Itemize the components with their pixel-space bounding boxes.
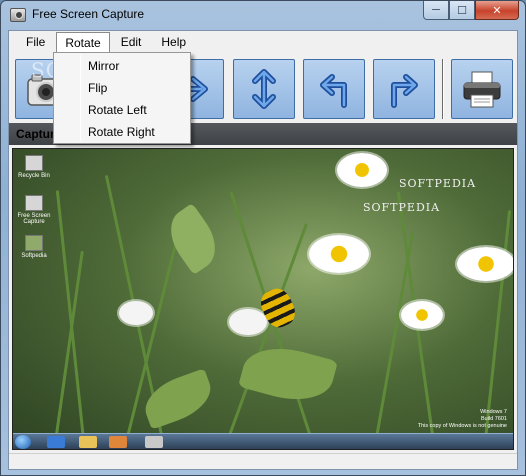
menu-item-rotate-left[interactable]: Rotate Left bbox=[54, 99, 190, 121]
grass-blade bbox=[223, 222, 308, 449]
recycle-bin-icon[interactable] bbox=[25, 155, 43, 171]
print-button[interactable] bbox=[451, 59, 513, 119]
daisy-flower bbox=[401, 301, 443, 329]
toolbar-separator bbox=[442, 59, 444, 119]
rotate-right-button[interactable] bbox=[373, 59, 435, 119]
menu-bar: File Rotate Edit Help bbox=[9, 31, 517, 53]
title-bar[interactable]: Free Screen Capture ─ ☐ ✕ bbox=[1, 1, 525, 29]
rotate-right-icon bbox=[391, 74, 418, 108]
windows-genuine-text: This copy of Windows is not genuine bbox=[417, 423, 507, 429]
white-bud bbox=[119, 301, 153, 325]
capture-panel-label: Captur bbox=[16, 127, 55, 141]
ie-icon bbox=[47, 436, 65, 448]
white-bud bbox=[229, 309, 267, 335]
desktop-icon-label: Recycle Bin bbox=[18, 173, 50, 179]
caption-buttons: ─ ☐ ✕ bbox=[423, 1, 519, 21]
printer-icon bbox=[463, 71, 501, 108]
menu-item-rotate-right[interactable]: Rotate Right bbox=[54, 121, 190, 143]
minimize-button[interactable]: ─ bbox=[423, 1, 449, 20]
flip-arrow-icon bbox=[252, 69, 276, 109]
desktop-icon-label: Free Screen Capture bbox=[17, 213, 51, 225]
softpedia-desktop-icon[interactable] bbox=[25, 235, 43, 251]
captured-taskbar bbox=[13, 433, 513, 449]
rotate-left-icon bbox=[320, 74, 347, 108]
maximize-button[interactable]: ☐ bbox=[449, 1, 475, 20]
folder-icon bbox=[79, 436, 97, 448]
rotate-left-button[interactable] bbox=[303, 59, 365, 119]
softpedia-watermark: SOFTPEDIA bbox=[363, 201, 441, 214]
menu-rotate[interactable]: Rotate bbox=[56, 31, 110, 53]
camera-icon bbox=[145, 436, 163, 448]
start-orb-icon bbox=[15, 435, 31, 449]
media-player-icon bbox=[109, 436, 127, 448]
menu-icon-strip bbox=[80, 55, 81, 141]
desktop-icon-label: Softpedia bbox=[21, 253, 47, 259]
menu-file[interactable]: File bbox=[17, 31, 54, 53]
captured-image[interactable]: Recycle Bin Free Screen Capture Softpedi… bbox=[12, 148, 514, 450]
windows-build-text: Build 7601 bbox=[481, 416, 507, 422]
menu-edit[interactable]: Edit bbox=[112, 31, 151, 53]
daisy-flower bbox=[309, 235, 369, 273]
rotate-menu-dropdown: Mirror Flip Rotate Left Rotate Right bbox=[53, 52, 191, 144]
free-screen-capture-desktop-icon[interactable] bbox=[25, 195, 43, 211]
flip-button[interactable] bbox=[233, 59, 295, 119]
status-bar bbox=[9, 453, 517, 469]
app-window: Free Screen Capture ─ ☐ ✕ File Rotate Ed… bbox=[0, 0, 526, 476]
close-button[interactable]: ✕ bbox=[475, 1, 519, 20]
menu-item-mirror[interactable]: Mirror bbox=[54, 55, 190, 77]
daisy-flower bbox=[337, 153, 387, 187]
app-camera-icon[interactable] bbox=[10, 8, 26, 22]
menu-item-flip[interactable]: Flip bbox=[54, 77, 190, 99]
leaf bbox=[238, 338, 338, 410]
daisy-flower bbox=[457, 247, 513, 281]
softpedia-watermark: SOFTPEDIA bbox=[399, 177, 477, 190]
menu-help[interactable]: Help bbox=[152, 31, 195, 53]
windows-version-text: Windows 7 bbox=[480, 409, 507, 415]
window-title: Free Screen Capture bbox=[32, 7, 145, 21]
